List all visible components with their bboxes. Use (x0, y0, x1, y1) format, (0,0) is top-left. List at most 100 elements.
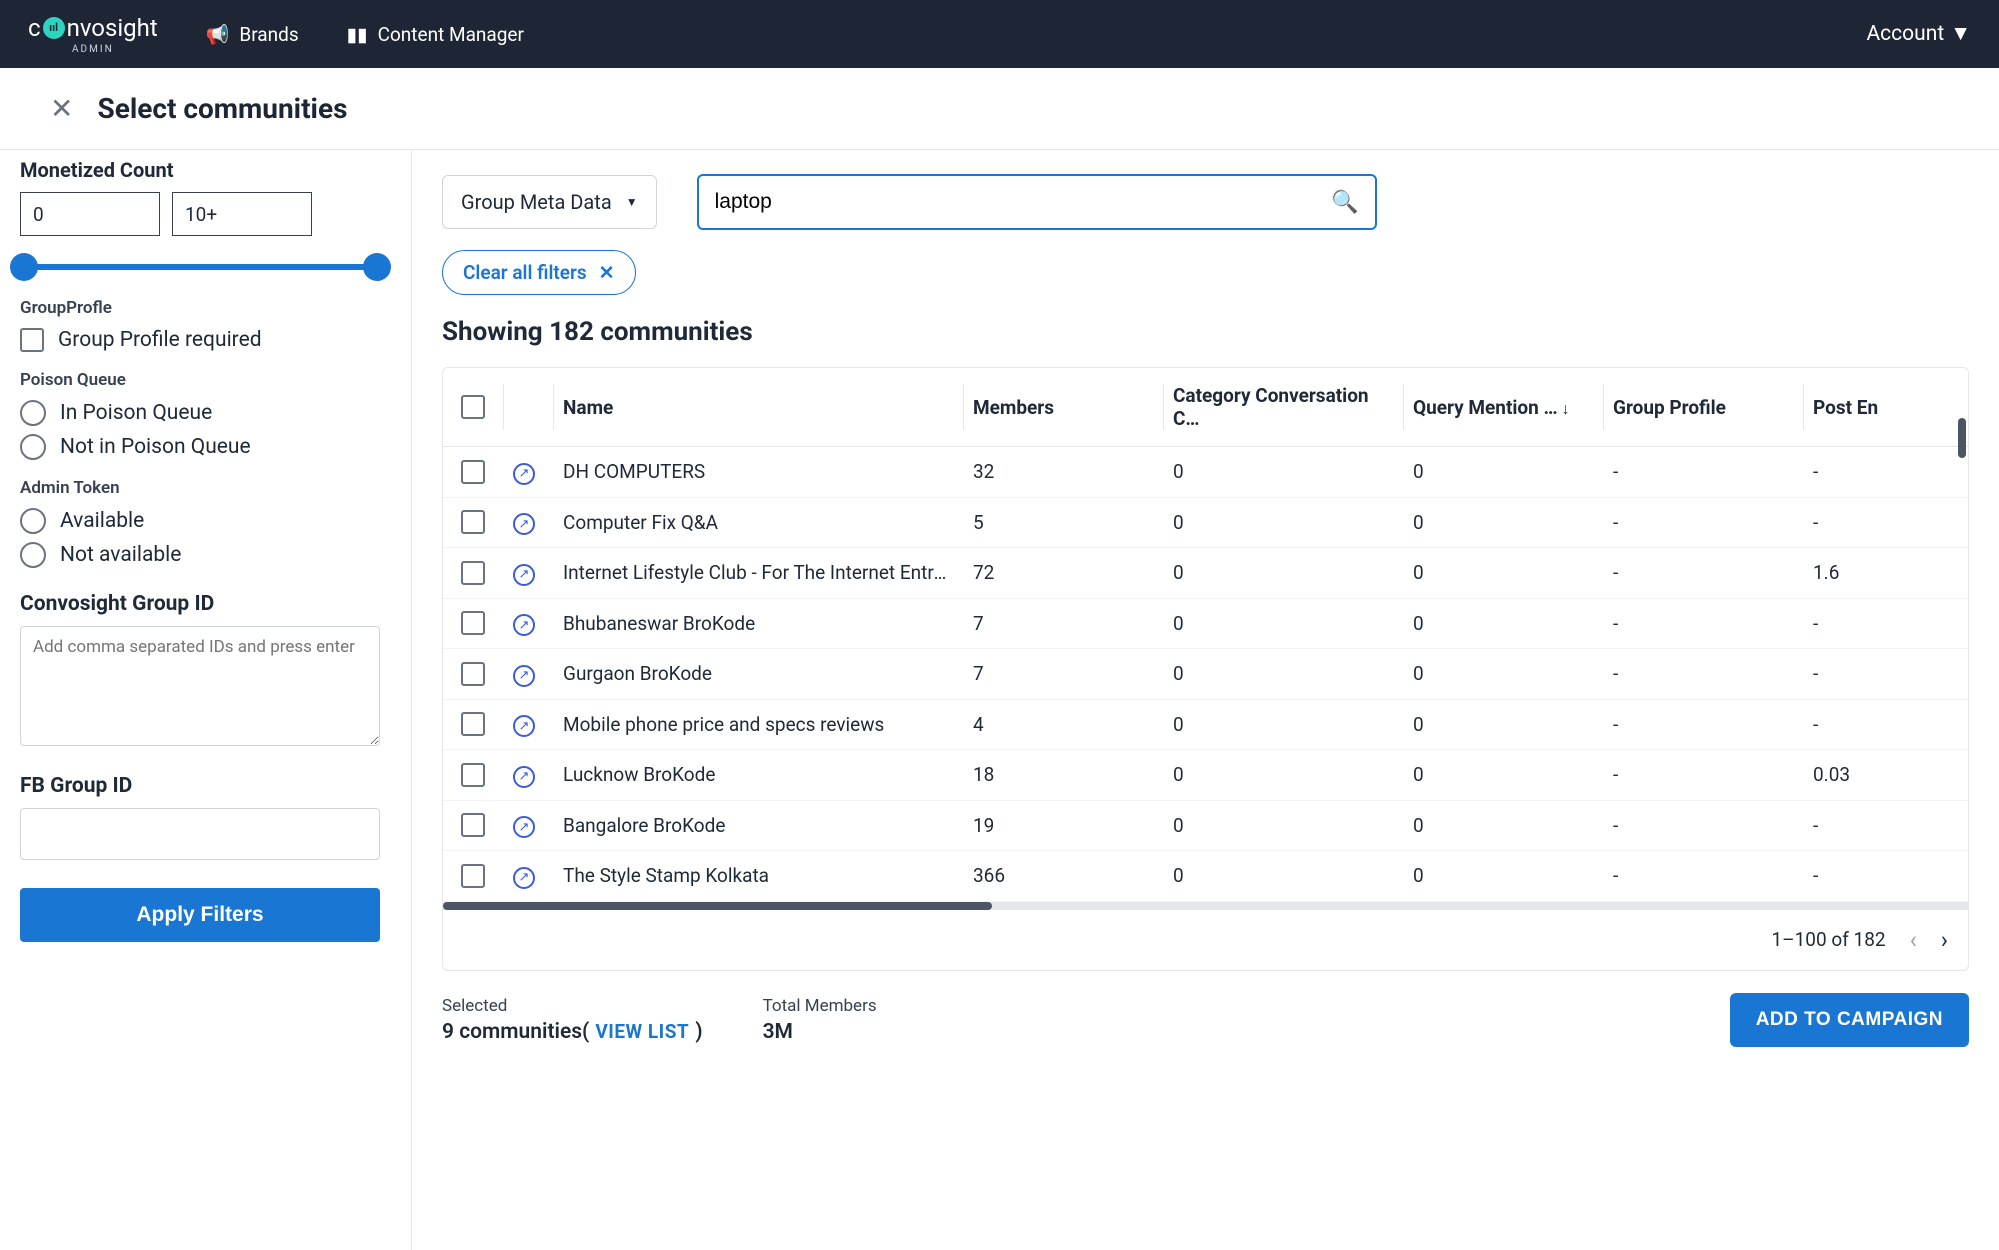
monetized-slider[interactable] (20, 264, 381, 270)
column-category-conversation[interactable]: Category Conversation C… (1163, 368, 1403, 447)
posten-cell: 1.6 (1803, 548, 1968, 599)
column-name[interactable]: Name (553, 368, 963, 447)
row-checkbox[interactable] (461, 561, 485, 585)
select-all-checkbox[interactable] (461, 395, 485, 419)
query-cell: 0 (1403, 598, 1603, 649)
posten-cell: - (1803, 800, 1968, 851)
fb-group-id-input[interactable] (20, 808, 380, 860)
search-input[interactable] (715, 190, 1332, 214)
pagination-text: 1–100 of 182 (1771, 928, 1885, 951)
open-link-icon[interactable]: ↗ (513, 564, 535, 586)
monetized-max-input[interactable]: 10+ (172, 192, 312, 236)
query-cell: 0 (1403, 699, 1603, 750)
posten-cell: - (1803, 598, 1968, 649)
members-cell: 72 (963, 548, 1163, 599)
selected-label: Selected (442, 996, 703, 1016)
close-icon[interactable]: ✕ (50, 92, 73, 125)
profile-cell: - (1603, 548, 1803, 599)
query-cell: 0 (1403, 548, 1603, 599)
scroll-thumb[interactable] (443, 902, 992, 910)
convosight-group-id-title: Convosight Group ID (20, 592, 391, 616)
page-title: Select communities (97, 92, 347, 125)
community-name: Computer Fix Q&A (563, 511, 953, 534)
community-name: Bangalore BroKode (563, 814, 953, 837)
community-name: DH COMPUTERS (563, 460, 953, 483)
caret-down-icon: ▼ (1950, 22, 1971, 46)
profile-cell: - (1603, 649, 1803, 700)
open-link-icon[interactable]: ↗ (513, 867, 535, 889)
total-members-value: 3M (763, 1020, 877, 1044)
nav-brands[interactable]: 📢 Brands (206, 23, 299, 46)
category-cell: 0 (1163, 851, 1403, 902)
community-name: Gurgaon BroKode (563, 662, 953, 685)
table-row: ↗ Bangalore BroKode 19 0 0 - - (443, 800, 1968, 851)
nav-content-manager-label: Content Manager (378, 23, 524, 46)
row-checkbox[interactable] (461, 864, 485, 888)
table-row: ↗ Bhubaneswar BroKode 7 0 0 - - (443, 598, 1968, 649)
row-checkbox[interactable] (461, 813, 485, 837)
category-cell: 0 (1163, 548, 1403, 599)
row-checkbox[interactable] (461, 662, 485, 686)
row-checkbox[interactable] (461, 510, 485, 534)
members-cell: 5 (963, 497, 1163, 548)
table-row: ↗ Gurgaon BroKode 7 0 0 - - (443, 649, 1968, 700)
category-cell: 0 (1163, 497, 1403, 548)
account-dropdown[interactable]: Account ▼ (1866, 22, 1971, 46)
column-members[interactable]: Members (963, 368, 1163, 447)
open-link-icon[interactable]: ↗ (513, 665, 535, 687)
query-cell: 0 (1403, 447, 1603, 498)
profile-cell: - (1603, 598, 1803, 649)
row-checkbox[interactable] (461, 611, 485, 635)
community-name: Lucknow BroKode (563, 763, 953, 786)
members-cell: 366 (963, 851, 1163, 902)
group-meta-data-dropdown[interactable]: Group Meta Data ▼ (442, 175, 657, 229)
column-post-en[interactable]: Post En (1803, 368, 1968, 447)
query-cell: 0 (1403, 497, 1603, 548)
open-link-icon[interactable]: ↗ (513, 766, 535, 788)
convosight-group-id-input[interactable] (20, 626, 380, 746)
column-group-profile[interactable]: Group Profile (1603, 368, 1803, 447)
caret-down-icon: ▼ (626, 195, 638, 209)
row-checkbox[interactable] (461, 712, 485, 736)
next-page-icon[interactable]: › (1941, 926, 1948, 954)
monetized-min-input[interactable]: 0 (20, 192, 160, 236)
community-name: The Style Stamp Kolkata (563, 864, 953, 887)
search-icon[interactable]: 🔍 (1331, 190, 1358, 215)
open-link-icon[interactable]: ↗ (513, 715, 535, 737)
row-checkbox[interactable] (461, 763, 485, 787)
column-query-mention[interactable]: Query Mention …↓ (1403, 368, 1603, 447)
apply-filters-button[interactable]: Apply Filters (20, 888, 380, 942)
group-profile-label: GroupProfle (20, 298, 391, 318)
logo[interactable]: c ııl nvosight ADMIN (28, 14, 158, 55)
admin-token-available-radio[interactable]: Available (20, 508, 391, 534)
open-link-icon[interactable]: ↗ (513, 614, 535, 636)
row-checkbox[interactable] (461, 460, 485, 484)
paren-close: ) (695, 1020, 702, 1044)
open-link-icon[interactable]: ↗ (513, 816, 535, 838)
slider-thumb-min[interactable] (10, 253, 38, 281)
add-to-campaign-button[interactable]: ADD TO CAMPAIGN (1730, 993, 1969, 1047)
in-poison-queue-radio[interactable]: In Poison Queue (20, 400, 391, 426)
columns-icon: ▮▮ (347, 23, 368, 46)
group-profile-required-checkbox[interactable]: Group Profile required (20, 328, 391, 352)
profile-cell: - (1603, 851, 1803, 902)
slider-thumb-max[interactable] (363, 253, 391, 281)
admin-token-not-available-radio[interactable]: Not available (20, 542, 391, 568)
search-box[interactable]: 🔍 (697, 174, 1377, 230)
table-row: ↗ Lucknow BroKode 18 0 0 - 0.03 (443, 750, 1968, 801)
posten-cell: - (1803, 497, 1968, 548)
admin-token-available-label: Available (60, 509, 144, 533)
prev-page-icon[interactable]: ‹ (1910, 926, 1917, 954)
not-in-poison-queue-radio[interactable]: Not in Poison Queue (20, 434, 391, 460)
query-cell: 0 (1403, 800, 1603, 851)
horizontal-scrollbar[interactable] (443, 902, 1968, 910)
members-cell: 7 (963, 598, 1163, 649)
open-link-icon[interactable]: ↗ (513, 463, 535, 485)
community-name: Mobile phone price and specs reviews (563, 713, 953, 736)
nav-content-manager[interactable]: ▮▮ Content Manager (347, 23, 524, 46)
poison-queue-label: Poison Queue (20, 370, 391, 390)
open-link-icon[interactable]: ↗ (513, 513, 535, 535)
table-row: ↗ Internet Lifestyle Club - For The Inte… (443, 548, 1968, 599)
view-list-link[interactable]: VIEW LIST (595, 1020, 689, 1043)
clear-all-filters-button[interactable]: Clear all filters ✕ (442, 250, 636, 295)
